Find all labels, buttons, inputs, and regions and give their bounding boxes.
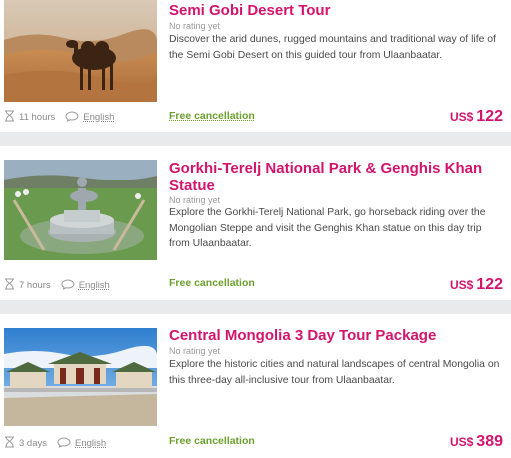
tour-card[interactable]: Gorkhi-Terelj National Park & Genghis Kh… (0, 146, 511, 300)
hourglass-icon (4, 278, 15, 293)
hourglass-icon (4, 110, 15, 125)
duration-text: 3 days (19, 438, 47, 449)
tour-title[interactable]: Semi Gobi Desert Tour (169, 2, 503, 19)
language-text[interactable]: English (79, 280, 110, 291)
monastery-photo (4, 328, 157, 426)
tour-description: Explore the Gorkhi-Terelj National Park,… (169, 207, 486, 249)
price: US$ 389 (450, 433, 503, 451)
price-value: 122 (476, 276, 503, 293)
tour-title[interactable]: Central Mongolia 3 Day Tour Package (169, 327, 503, 344)
speech-bubble-icon (57, 436, 71, 451)
currency: US$ (449, 435, 474, 449)
price-value: 122 (476, 108, 503, 125)
rating-text: No rating yet (169, 346, 221, 356)
price: US$ 122 (450, 108, 503, 126)
speech-bubble-icon (61, 278, 75, 293)
duration-text: 11 hours (19, 112, 56, 123)
tour-title[interactable]: Gorkhi-Terelj National Park & Genghis Kh… (169, 160, 509, 194)
currency: US$ (449, 278, 474, 292)
genghis-statue-photo (4, 160, 157, 260)
camel-desert-photo (4, 0, 157, 102)
tour-card[interactable]: Central Mongolia 3 Day Tour Package No r… (0, 314, 511, 458)
card-separator (0, 300, 511, 314)
tour-meta: 3 days English (4, 436, 106, 451)
price: US$ 122 (450, 276, 503, 294)
duration-text: 7 hours (19, 280, 51, 291)
free-cancellation-label[interactable]: Free cancellation (169, 110, 255, 122)
hourglass-icon (4, 436, 15, 451)
language-text[interactable]: English (83, 112, 114, 123)
tour-meta: 7 hours English (4, 278, 110, 293)
rating-text: No rating yet (169, 195, 221, 205)
speech-bubble-icon (65, 110, 79, 125)
rating-text: No rating yet (169, 21, 221, 31)
tour-image[interactable] (4, 160, 157, 260)
card-separator (0, 132, 511, 146)
price-value: 389 (476, 433, 503, 450)
language-text[interactable]: English (75, 438, 106, 449)
tour-meta: 11 hours English (4, 110, 114, 125)
tour-card[interactable]: Semi Gobi Desert Tour No rating yet Disc… (0, 0, 511, 132)
free-cancellation-label[interactable]: Free cancellation (169, 435, 255, 447)
tour-image[interactable] (4, 328, 157, 426)
tour-description: Explore the historic cities and natural … (169, 359, 500, 386)
free-cancellation-label[interactable]: Free cancellation (169, 277, 255, 289)
tour-description: Discover the arid dunes, rugged mountain… (169, 34, 496, 61)
tour-image[interactable] (4, 0, 157, 102)
currency: US$ (449, 110, 474, 124)
